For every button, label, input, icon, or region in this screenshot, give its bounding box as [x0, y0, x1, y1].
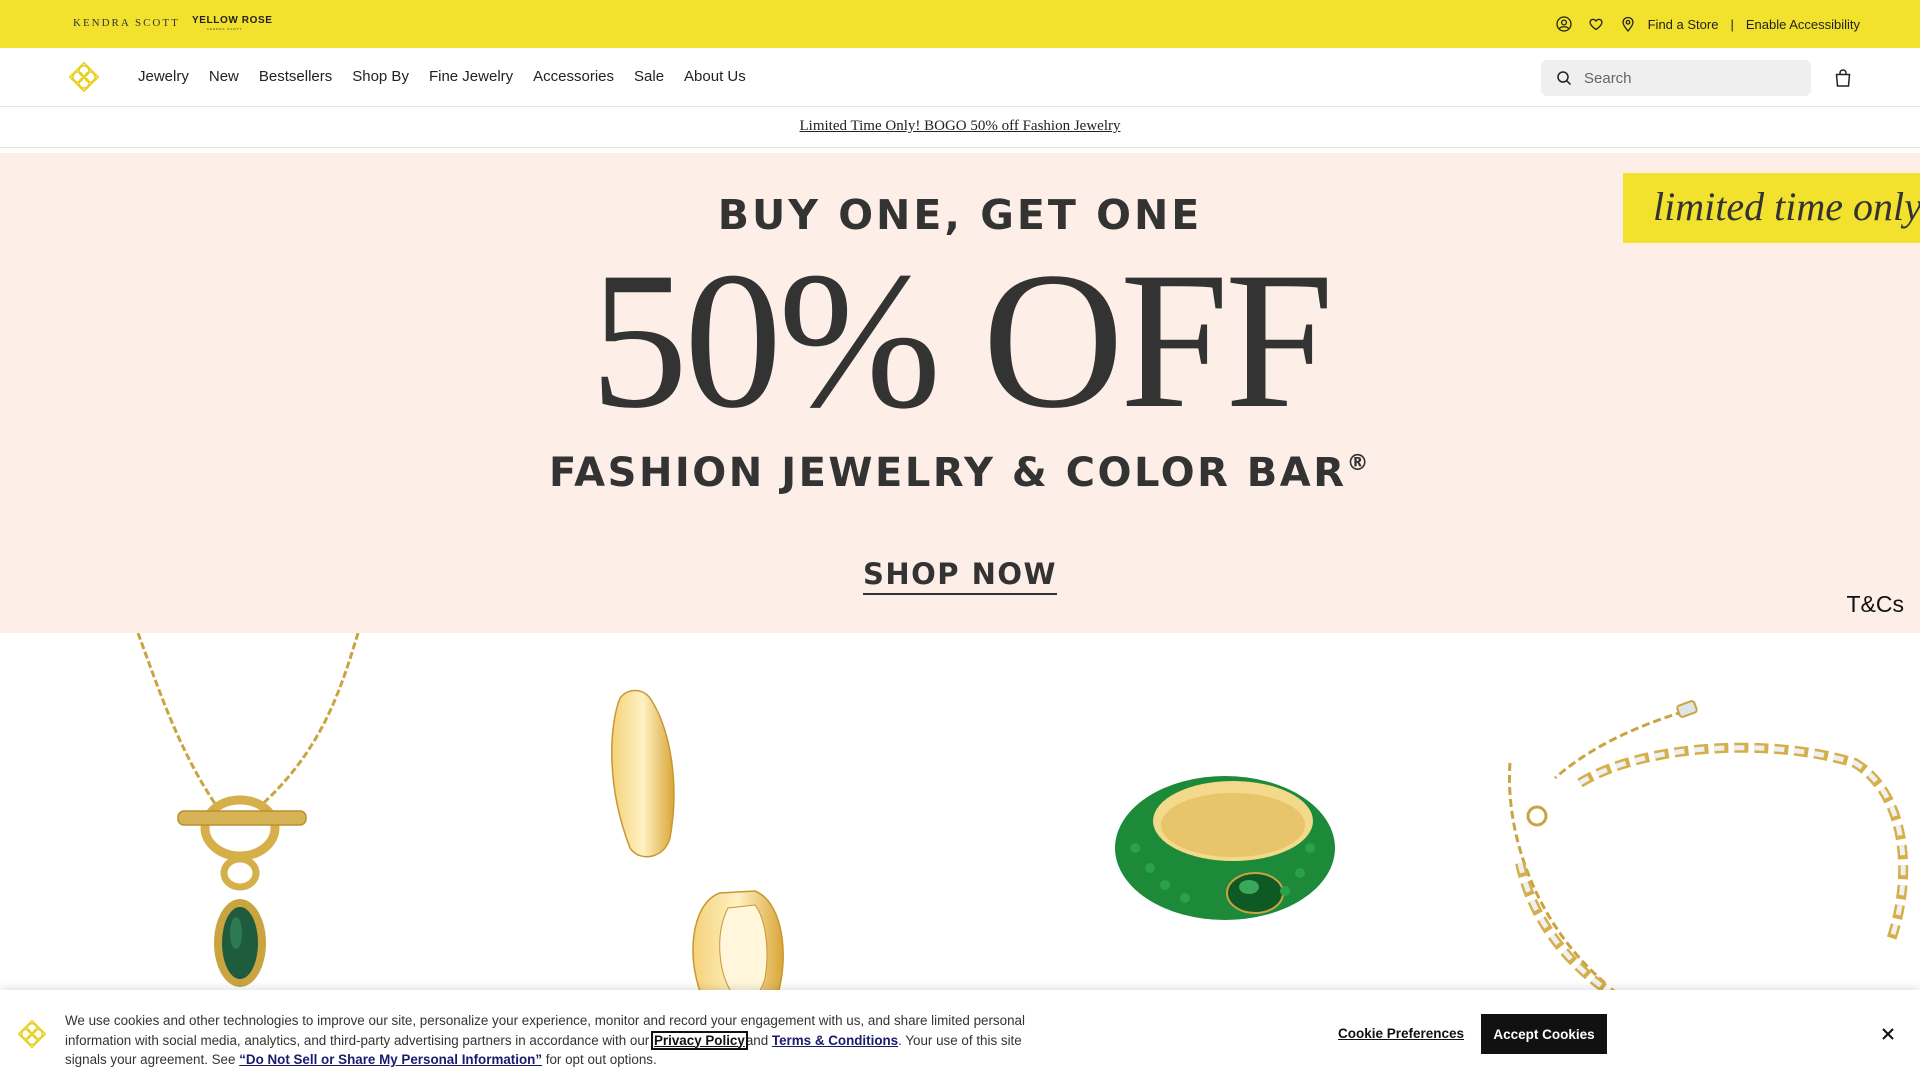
yellow-rose-sub-label: KENDRA SCOTT [207, 27, 243, 31]
nav-item-new[interactable]: New [209, 68, 239, 85]
main-navigation: Jewelry New Bestsellers Shop By Fine Jew… [0, 48, 1920, 107]
nav-item-about-us[interactable]: About Us [684, 68, 746, 85]
nav-item-shop-by[interactable]: Shop By [352, 68, 409, 85]
nav-menu: Jewelry New Bestsellers Shop By Fine Jew… [138, 68, 766, 85]
nav-item-bestsellers[interactable]: Bestsellers [259, 68, 332, 85]
limited-time-badge: limited time only! [1623, 173, 1920, 243]
search-box [1541, 60, 1811, 96]
find-a-store-link[interactable]: Find a Store [1648, 17, 1719, 32]
shop-now-button[interactable]: SHOP NOW [862, 557, 1058, 595]
kendra-scott-brand-link[interactable]: KENDRA SCOTT [73, 17, 180, 29]
hero-headline-sub: FASHION JEWELRY & COLOR BAR® [0, 450, 1920, 496]
kendra-scott-logo-icon[interactable] [67, 60, 101, 94]
terms-conditions-link[interactable]: T&Cs [1847, 591, 1905, 618]
cookie-text-and: and [745, 1032, 769, 1048]
search-input[interactable] [1584, 69, 1794, 87]
promo-link[interactable]: Limited Time Only! BOGO 50% off Fashion … [800, 118, 1121, 135]
nav-item-jewelry[interactable]: Jewelry [138, 68, 189, 85]
utility-separator: | [1730, 16, 1734, 32]
promo-banner: Limited Time Only! BOGO 50% off Fashion … [0, 108, 1920, 148]
nav-item-fine-jewelry[interactable]: Fine Jewelry [429, 68, 513, 85]
hero-banner[interactable]: BUY ONE, GET ONE 50% OFF FASHION JEWELRY… [0, 153, 1920, 633]
yellow-rose-brand-link[interactable]: YELLOW ROSE [192, 15, 273, 26]
utility-links: Find a Store | Enable Accessibility [1544, 12, 1860, 36]
heart-icon[interactable] [1584, 12, 1608, 36]
hero-cta-wrap: SHOP NOW [0, 557, 1920, 595]
enable-accessibility-link[interactable]: Enable Accessibility [1746, 17, 1860, 32]
hero-sub-text: FASHION JEWELRY & COLOR BAR [548, 450, 1347, 496]
do-not-sell-link[interactable]: “Do Not Sell or Share My Personal Inform… [239, 1052, 542, 1067]
kendra-scott-logo-icon [16, 1018, 48, 1050]
privacy-policy-link[interactable]: Privacy Policy [651, 1030, 748, 1050]
cookie-banner: We use cookies and other technologies to… [0, 990, 1920, 1080]
nav-item-sale[interactable]: Sale [634, 68, 664, 85]
limited-time-text: limited time only! [1653, 184, 1920, 229]
shopping-bag-icon[interactable] [1833, 68, 1853, 88]
terms-conditions-link[interactable]: Terms & Conditions [772, 1033, 898, 1048]
close-icon[interactable] [1878, 1024, 1898, 1044]
cookie-text-3: for opt out options. [545, 1052, 657, 1067]
utility-bar: KENDRA SCOTT YELLOW ROSE KENDRA SCOTT Fi… [0, 0, 1920, 48]
accept-cookies-button[interactable]: Accept Cookies [1481, 1014, 1607, 1054]
location-pin-icon[interactable] [1616, 12, 1640, 36]
search-icon[interactable] [1554, 68, 1574, 88]
cookie-message: We use cookies and other technologies to… [65, 1011, 1055, 1070]
hero-headline-big: 50% OFF [590, 232, 1334, 449]
registered-mark: ® [1346, 451, 1372, 476]
account-icon[interactable] [1552, 12, 1576, 36]
nav-item-accessories[interactable]: Accessories [533, 68, 614, 85]
cookie-preferences-button[interactable]: Cookie Preferences [1338, 1026, 1464, 1041]
